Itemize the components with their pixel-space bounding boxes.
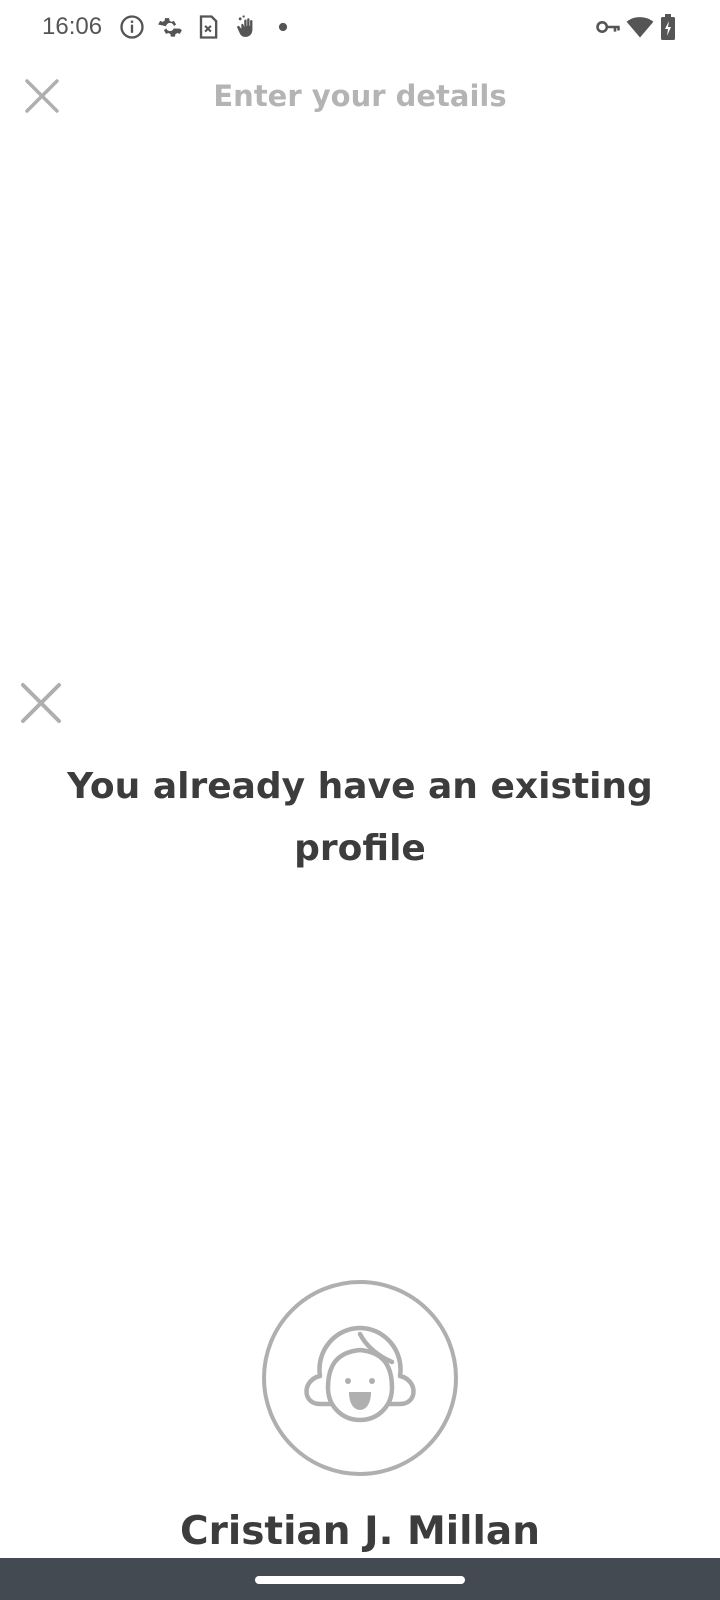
existing-profile-heading: You already have an existing profile [67,766,653,869]
battery-charging-icon [658,13,678,41]
status-time: 16:06 [42,13,103,40]
page-title: Enter your details [213,79,507,113]
settings-gear-icon [156,13,184,41]
close-icon [21,683,61,723]
avatar-face-icon [304,1325,416,1423]
status-bar: 16:06 [0,0,720,54]
hand-icon [232,13,260,41]
wifi-icon [626,13,654,41]
sim-card-x-icon [194,13,222,41]
sheet-close-button[interactable] [18,680,64,726]
home-handle[interactable] [255,1576,465,1584]
navigation-bar [0,1558,720,1600]
info-icon [118,13,146,41]
profile-avatar[interactable] [262,1280,458,1476]
dot-icon [276,13,290,41]
profile-name: Cristian J. Millan [179,1509,540,1554]
header: Enter your details [0,60,720,132]
vpn-key-icon [594,13,622,41]
